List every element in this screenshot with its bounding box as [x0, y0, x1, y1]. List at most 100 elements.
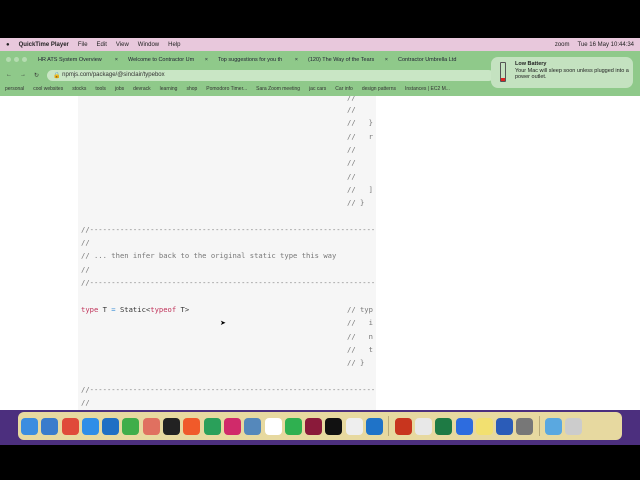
code-line: // ... then infer back to the original s… — [81, 251, 337, 260]
dock-icon-intellij[interactable] — [223, 417, 241, 435]
menu-app-name[interactable]: QuickTime Player — [19, 42, 69, 48]
code-line: // t — [347, 345, 373, 354]
mouse-cursor-icon: ➤ — [220, 320, 226, 327]
dock-icon-excel[interactable] — [435, 417, 453, 435]
dock-icon-trello[interactable] — [366, 417, 384, 435]
tab[interactable]: (120) The Way of the Tears × — [304, 53, 392, 67]
code-line: //--------------------------------------… — [81, 225, 376, 234]
notification-title: Low Battery — [515, 61, 547, 67]
window-controls[interactable] — [6, 57, 27, 62]
dock-icon-calendar-16[interactable] — [264, 417, 282, 435]
menu-file[interactable]: File — [78, 42, 88, 48]
dock-icon-kindle[interactable] — [325, 417, 343, 435]
low-battery-notification[interactable]: Low Battery Your Mac will sleep soon unl… — [491, 57, 633, 88]
identifier: T> — [180, 305, 190, 314]
bookmark[interactable]: Sara Zoom meeting — [256, 86, 300, 92]
dock-icon-pencil[interactable] — [183, 417, 201, 435]
dock-icon-finder[interactable] — [21, 417, 38, 435]
dock-icon-system-preferences[interactable] — [516, 417, 534, 435]
dock-icon-terminal[interactable] — [163, 417, 181, 435]
code-line: // typ — [347, 305, 373, 314]
dock-bar — [18, 412, 622, 440]
menu-window[interactable]: Window — [138, 42, 159, 48]
reload-icon[interactable]: ↻ — [34, 72, 39, 79]
dock-icon-launchpad[interactable] — [41, 417, 59, 435]
apple-icon[interactable]: ● — [6, 42, 10, 48]
page-content: // // // } // r // // // // ] // } //---… — [0, 96, 640, 410]
zoom-status[interactable]: zoom — [555, 42, 570, 48]
code-line: // — [347, 105, 356, 114]
dock-icon-word[interactable] — [496, 417, 514, 435]
bookmark[interactable]: stocks — [72, 86, 86, 92]
dock-icon-textedit[interactable] — [345, 417, 363, 435]
code-block: // // // } // r // // // // ] // } //---… — [78, 96, 376, 410]
dock-icon-powerpoint[interactable] — [394, 417, 412, 435]
code-line: // r — [347, 132, 373, 141]
tab[interactable]: Welcome to Contractor Um × — [124, 53, 212, 67]
menu-help[interactable]: Help — [168, 42, 180, 48]
dock-icon-trash[interactable] — [565, 417, 583, 435]
code-line: // } — [347, 118, 373, 127]
bookmark[interactable]: Car info — [335, 86, 353, 92]
bookmark[interactable]: jac cars — [309, 86, 326, 92]
tab-label: HR ATS System Overview — [38, 56, 102, 63]
code-line: // — [347, 96, 356, 102]
keyword: type — [81, 305, 99, 314]
code-line: //--------------------------------------… — [81, 385, 376, 394]
dock-icon-quicktime[interactable] — [244, 417, 262, 435]
bookmark[interactable]: Instances | EC2 M... — [405, 86, 450, 92]
operator: = — [111, 305, 116, 314]
tab[interactable]: Top suggestions for you th × — [214, 53, 302, 67]
bookmark[interactable]: shop — [186, 86, 197, 92]
keyword: typeof — [150, 305, 177, 314]
code-line: // — [347, 158, 356, 167]
bookmark[interactable]: Pomodoro Timer... — [206, 86, 247, 92]
back-icon[interactable]: ← — [6, 72, 12, 78]
dock-icon-evernote[interactable] — [122, 417, 140, 435]
dock-icon-zoom[interactable] — [455, 417, 473, 435]
clock[interactable]: Tue 16 May 10:44:34 — [578, 42, 634, 48]
dock-icon-package[interactable] — [142, 417, 160, 435]
close-icon[interactable]: × — [295, 57, 298, 63]
dock-icon-news[interactable] — [414, 417, 432, 435]
url-text: npmjs.com/package/@sinclair/typebox — [62, 72, 165, 78]
dock-icon-messages[interactable] — [284, 417, 302, 435]
close-icon[interactable]: × — [115, 57, 118, 63]
tab-label: Welcome to Contractor Um — [128, 56, 195, 63]
dock-separator — [538, 416, 540, 436]
bookmark[interactable]: jobs — [115, 86, 124, 92]
dock-icon-stickies[interactable] — [475, 417, 493, 435]
tab[interactable]: HR ATS System Overview × — [34, 53, 122, 67]
code-line: // ] — [347, 185, 373, 194]
code-line: // — [347, 145, 356, 154]
menu-edit[interactable]: Edit — [97, 42, 107, 48]
close-icon[interactable]: × — [205, 57, 208, 63]
code-line: type T = Static<typeof T> — [81, 305, 189, 314]
bookmark[interactable]: devrack — [133, 86, 151, 92]
code-line: // — [347, 172, 356, 181]
address-bar[interactable]: 🔒 npmjs.com/package/@sinclair/typebox — [47, 69, 494, 81]
bookmark[interactable]: design patterns — [362, 86, 396, 92]
tab-active[interactable]: Contractor Umbrella Ltd — [394, 53, 482, 67]
bookmark[interactable]: tools — [95, 86, 106, 92]
dock-icon-vs-code[interactable] — [102, 417, 120, 435]
forward-icon[interactable]: → — [20, 72, 26, 78]
menu-bar: ● QuickTime Player File Edit View Window… — [0, 38, 640, 51]
dock-icon-datagrip[interactable] — [203, 417, 221, 435]
dock — [0, 410, 640, 445]
dock-icon-downloads[interactable] — [545, 417, 563, 435]
close-icon[interactable]: × — [385, 57, 388, 63]
tab-label: Contractor Umbrella Ltd — [398, 56, 457, 63]
dock-separator — [388, 416, 390, 436]
identifier: Static< — [119, 305, 151, 314]
dock-icon-chrome[interactable] — [61, 417, 79, 435]
dock-icon-rubymine[interactable] — [305, 417, 323, 435]
dock-icon-safari[interactable] — [81, 417, 99, 435]
code-line: // — [81, 265, 90, 274]
bookmark[interactable]: personal — [5, 86, 24, 92]
identifier: T — [102, 305, 107, 314]
bookmark[interactable]: cool websites — [33, 86, 63, 92]
bookmark[interactable]: learning — [160, 86, 178, 92]
lock-icon: 🔒 — [53, 72, 63, 79]
menu-view[interactable]: View — [116, 42, 129, 48]
